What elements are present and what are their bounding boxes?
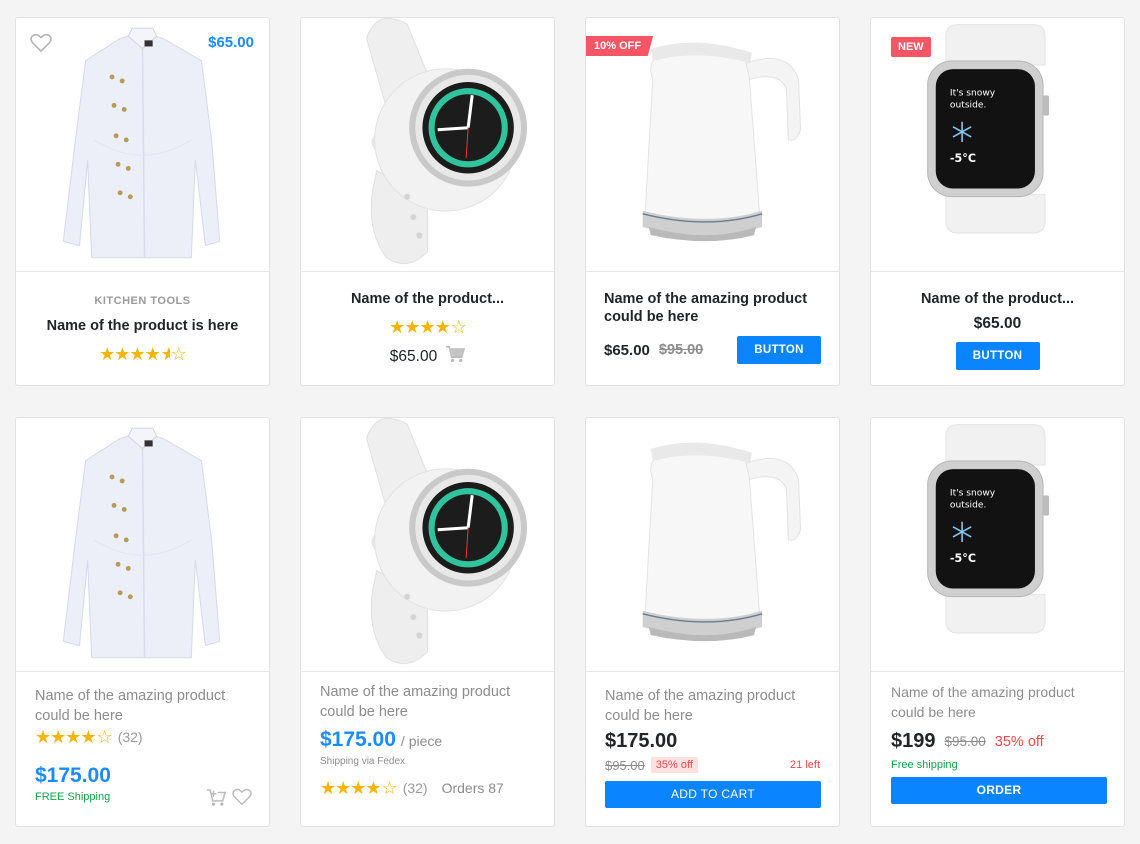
discount-text: 35% off <box>994 733 1044 750</box>
product-card[interactable]: It's snowy outside. -5°C Name of the ama… <box>870 417 1125 827</box>
price: $175.00 <box>35 764 111 787</box>
product-card[interactable]: Name of the product... ★★★★ ☆ $65.00 <box>300 17 555 386</box>
old-price: $95.00 <box>605 757 645 773</box>
watch-screen-line2: outside. <box>950 501 986 511</box>
cart-icon[interactable] <box>445 345 466 368</box>
product-card[interactable]: Name of the amazing product could be her… <box>585 417 840 827</box>
orders-count: Orders 87 <box>441 780 504 796</box>
shirt-image <box>62 27 221 259</box>
rating-count: (32) <box>117 729 143 745</box>
rating-count: (32) <box>402 780 428 796</box>
product-title[interactable]: Name of the amazing product could be her… <box>605 686 815 726</box>
price: $65.00 <box>208 34 254 51</box>
product-image[interactable] <box>301 418 554 672</box>
price: $175.00 <box>605 730 678 752</box>
watch-screen-line1: It's snowy <box>950 488 996 498</box>
price: $65.00 <box>604 341 650 359</box>
watch-screen-temp: -5°C <box>950 152 976 165</box>
product-card[interactable]: 10% OFF Name of the amazing product coul… <box>585 17 840 386</box>
kettle-image <box>642 442 802 642</box>
add-to-cart-button[interactable]: ADD TO CART <box>605 781 821 808</box>
smartwatch-image <box>301 18 554 272</box>
stock-left: 21 left <box>790 759 820 771</box>
add-to-cart-icon[interactable] <box>206 788 227 812</box>
rating-stars: ★★★★ ☆ <box>320 778 398 798</box>
old-price: $95.00 <box>944 734 986 749</box>
price: $65.00 <box>389 347 438 365</box>
discount-badge: 35% off <box>650 757 698 773</box>
price: $65.00 <box>973 315 1022 332</box>
product-button[interactable]: BUTTON <box>955 342 1040 370</box>
shipping-text: Shipping via Fedex <box>320 756 406 767</box>
product-image[interactable] <box>16 18 269 272</box>
product-image[interactable]: It's snowy outside. -5°C <box>871 418 1124 672</box>
price: $199 <box>891 730 936 752</box>
product-image[interactable] <box>16 418 269 672</box>
product-card[interactable]: It's snowy outside. -5°C NEW Name of the… <box>870 17 1125 386</box>
product-title[interactable]: Name of the amazing product could be her… <box>604 290 821 326</box>
price: $175.00 <box>320 728 396 751</box>
product-image[interactable] <box>301 18 554 272</box>
category-label: KITCHEN TOOLS <box>94 295 191 307</box>
product-image[interactable] <box>586 18 839 272</box>
product-image[interactable] <box>586 418 839 672</box>
watch-screen-line2: outside. <box>950 101 986 111</box>
watch-screen-line1: It's snowy <box>950 88 996 98</box>
product-title[interactable]: Name of the product... <box>871 290 1124 308</box>
product-title[interactable]: Name of the product is here <box>16 317 269 335</box>
kettle-image <box>642 42 802 242</box>
discount-badge: 10% OFF <box>586 36 654 56</box>
new-badge: NEW <box>891 37 931 57</box>
old-price: $95.00 <box>658 342 704 358</box>
product-title[interactable]: Name of the amazing product could be her… <box>891 682 1101 722</box>
rating-stars: ★★★★ ☆ <box>389 317 467 337</box>
product-title[interactable]: Name of the product... <box>301 290 554 308</box>
watch-screen-temp: -5°C <box>950 552 976 565</box>
product-title[interactable]: Name of the amazing product could be her… <box>35 686 245 726</box>
shipping-text: Free shipping <box>891 759 958 771</box>
apple-watch-image: It's snowy outside. -5°C <box>926 423 1050 634</box>
product-card[interactable]: $65.00 KITCHEN TOOLS Name of the product… <box>15 17 270 386</box>
product-card[interactable]: Name of the amazing product could be her… <box>300 417 555 827</box>
price-unit: / piece <box>400 733 443 749</box>
rating-stars: ★★★★★☆ <box>99 344 187 364</box>
smartwatch-image <box>301 418 554 672</box>
heart-icon[interactable] <box>30 33 52 58</box>
product-card[interactable]: Name of the amazing product could be her… <box>15 417 270 827</box>
product-button[interactable]: BUTTON <box>737 336 821 364</box>
rating-stars: ★★★★ ☆ <box>35 727 113 747</box>
order-button[interactable]: ORDER <box>891 777 1107 804</box>
heart-icon[interactable] <box>232 788 252 811</box>
shirt-image <box>62 427 221 659</box>
product-title[interactable]: Name of the amazing product could be her… <box>320 682 530 722</box>
